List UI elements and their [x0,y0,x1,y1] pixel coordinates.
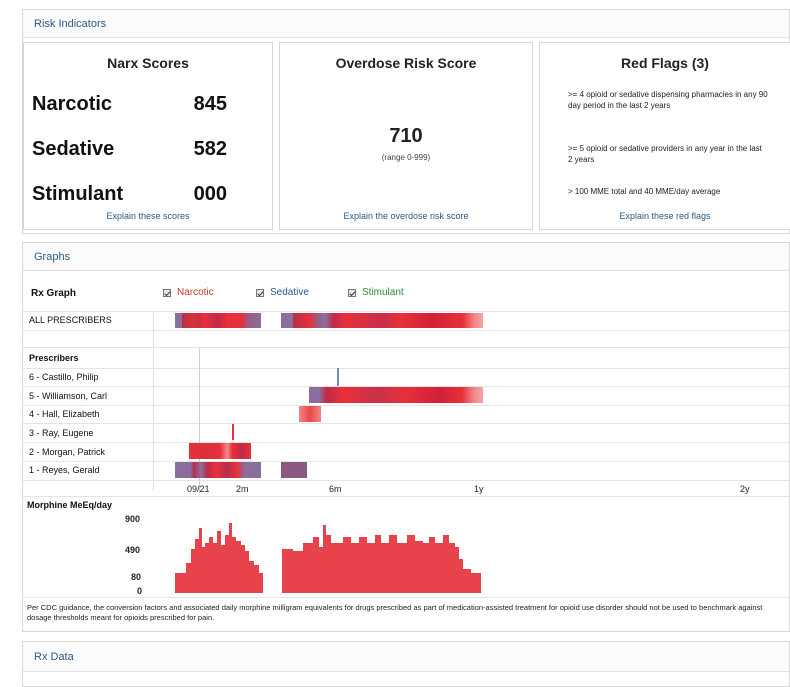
stimulant-score-label: Stimulant [32,183,124,205]
legend-sedative-label: Sedative [270,287,309,298]
sedative-score-row: Sedative 582 [32,138,227,161]
prescriber-row-label: 6 - Castillo, Philip [29,372,99,382]
rx-graph-label: Rx Graph [31,288,77,299]
grid-row-line [23,423,789,424]
prescriber-row-label: 4 - Hall, Elizabeth [29,409,100,419]
all-prescribers-bar-segment [175,313,261,328]
mme-area-chart [175,523,481,593]
time-axis-tick: 09/21 [187,484,210,494]
risk-indicators-header: Risk Indicators [23,10,789,38]
legend-stimulant[interactable]: Stimulant [348,287,404,298]
grid-row-line [23,480,789,481]
prescriber-row-label: 3 - Ray, Eugene [29,428,94,438]
explain-red-flags-link[interactable]: Explain these red flags [540,211,790,221]
sedative-score-value: 582 [193,138,227,160]
overdose-risk-title: Overdose Risk Score [335,55,477,71]
red-flag-item: > 100 MME total and 40 MME/day average [568,187,721,196]
cdc-guidance-note: Per CDC guidance, the conversion factors… [27,603,763,622]
prescriber-row-label: 2 - Morgan, Patrick [29,447,106,457]
narcotic-score-label: Narcotic [32,93,113,115]
risk-indicators-panel: Risk Indicators Narx Scores Narcotic 845… [22,9,790,234]
all-prescribers-bar-segment [281,313,483,328]
time-axis-tick: 2m [236,484,249,494]
grid-row-line [23,347,789,348]
red-flag-item: >= 4 opioid or sedative dispensing pharm… [568,90,768,110]
graphs-panel: Graphs Rx Graph Narcotic Sedative Stimul… [22,242,790,632]
prescriber-reyes-bar [175,462,261,478]
narx-scores-title: Narx Scores [107,55,189,71]
red-flags-card: Red Flags (3) >= 4 opioid or sedative di… [539,42,790,230]
grid-row-line [23,442,789,443]
rx-data-header[interactable]: Rx Data [23,642,789,672]
stimulant-score-value: 000 [193,183,227,205]
legend-sedative[interactable]: Sedative [256,287,309,298]
label-column-divider [153,311,154,491]
prescriber-row-label: 5 - Williamson, Carl [29,391,108,401]
overdose-risk-score: 710 [389,125,423,147]
all-prescribers-label: ALL PRESCRIBERS [29,315,112,325]
prescriber-reyes-bar [281,462,307,478]
prescriber-castillo-bar [337,368,339,386]
narcotic-score-row: Narcotic 845 [32,93,227,116]
legend-narcotic[interactable]: Narcotic [163,287,214,298]
grid-row-line [23,405,789,406]
grid-row-line [23,461,789,462]
sedative-score-label: Sedative [32,138,115,160]
grid-row-line [23,368,789,369]
explain-scores-link[interactable]: Explain these scores [24,211,272,221]
prescribers-label: Prescribers [29,353,79,363]
narcotic-score-value: 845 [193,93,227,115]
prescriber-morgan-bar [189,443,251,459]
stimulant-score-row: Stimulant 000 [32,183,227,206]
legend-stimulant-label: Stimulant [362,287,404,298]
narx-scores-card: Narx Scores Narcotic 845 Sedative 582 St… [23,42,273,230]
red-flags-title: Red Flags (3) [621,55,709,71]
grid-row-line [23,496,789,497]
overdose-risk-card: Overdose Risk Score 710 (range 0-999) Ex… [279,42,533,230]
time-axis-tick: 1y [474,484,484,494]
grid-row-line [23,311,789,312]
mme-area-segment [175,523,263,593]
time-axis-tick: 2y [740,484,750,494]
red-flag-item: >= 5 opioid or sedative providers in any… [568,144,762,164]
rx-data-panel: Rx Data [22,641,790,687]
explain-overdose-link[interactable]: Explain the overdose risk score [280,211,532,221]
sedative-checkbox[interactable] [256,288,264,297]
overdose-risk-range: (range 0-999) [381,153,431,162]
graphs-header: Graphs [23,243,789,271]
time-axis-tick: 6m [329,484,342,494]
prescriber-ray-bar [232,424,234,440]
prescriber-row-label: 1 - Reyes, Gerald [29,465,100,475]
legend-narcotic-label: Narcotic [177,287,214,298]
prescriber-hall-bar [299,406,321,422]
prescriber-williamson-bar [309,387,483,403]
grid-row-line [23,330,789,331]
stimulant-checkbox[interactable] [348,288,356,297]
narcotic-checkbox[interactable] [163,288,171,297]
mme-area-segment [282,525,481,593]
